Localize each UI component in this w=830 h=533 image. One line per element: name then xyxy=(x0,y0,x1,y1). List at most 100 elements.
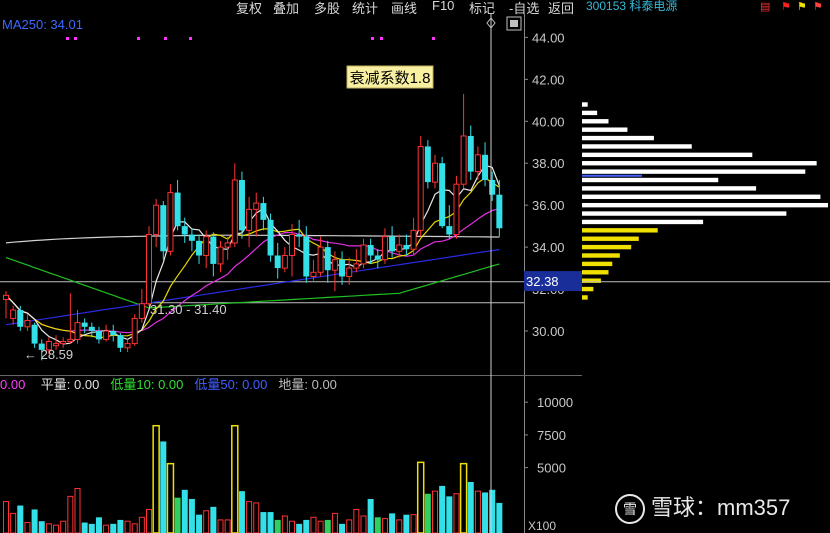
volume-bar xyxy=(396,519,403,533)
candle xyxy=(95,331,102,340)
profile-bar xyxy=(582,102,588,107)
volume-bar xyxy=(174,497,181,533)
volume-bar xyxy=(88,523,95,533)
volume-profile-chart xyxy=(582,102,830,300)
candle xyxy=(346,267,353,277)
y-tick-label: 42.00 xyxy=(532,72,565,87)
signal-marker xyxy=(137,37,140,40)
candle xyxy=(224,242,231,248)
y-tick-label: 5000 xyxy=(537,461,566,476)
candle xyxy=(3,294,9,301)
volume-bar xyxy=(38,521,45,533)
volume-bar xyxy=(231,424,239,533)
ma250-label: MA250: 34.01 xyxy=(2,17,83,32)
candlestick-chart[interactable]: 44.0042.0040.0038.0036.0034.0032.0030.00… xyxy=(0,0,582,376)
candle xyxy=(489,180,496,195)
signal-marker xyxy=(380,37,383,40)
profile-bar xyxy=(582,169,806,174)
signal-marker xyxy=(164,37,167,40)
volume-legend-item: 0.00 xyxy=(0,377,25,392)
profile-bar xyxy=(582,152,753,158)
volume-bar xyxy=(246,501,253,533)
volume-bar xyxy=(160,441,167,533)
profile-bar xyxy=(582,119,609,124)
candle xyxy=(67,338,74,342)
volume-bar xyxy=(324,519,331,533)
profile-bar xyxy=(582,135,654,141)
candle xyxy=(353,263,360,269)
volume-bar xyxy=(410,514,417,533)
ma-line xyxy=(5,234,500,244)
volume-bar xyxy=(289,520,295,533)
volume-bar xyxy=(253,502,260,533)
volume-bar xyxy=(188,498,195,533)
volume-bar xyxy=(217,519,224,533)
candle xyxy=(296,234,303,237)
candle xyxy=(181,226,188,235)
volume-bar xyxy=(432,490,438,533)
volume-bar xyxy=(489,489,496,533)
volume-bar xyxy=(224,519,231,533)
annotation-label: 衰减系数1.8 xyxy=(350,70,431,87)
candle xyxy=(267,219,274,256)
candle xyxy=(403,245,410,250)
signal-marker xyxy=(66,37,69,40)
candle xyxy=(339,259,346,277)
volume-bar xyxy=(381,518,388,533)
profile-bar xyxy=(582,295,588,300)
volume-bar xyxy=(459,462,468,533)
volume-bar xyxy=(138,516,145,533)
candle xyxy=(53,343,60,347)
candle xyxy=(289,234,295,257)
snowball-logo-icon: 雪 xyxy=(615,494,645,525)
profile-bar xyxy=(582,270,609,275)
profile-bar xyxy=(582,177,719,183)
volume-bar xyxy=(3,501,9,533)
volume-bar xyxy=(474,490,481,533)
volume-bar xyxy=(310,516,317,533)
y-tick-label: 36.00 xyxy=(532,198,565,213)
profile-bar xyxy=(582,161,817,166)
signal-marker xyxy=(432,37,435,40)
ma-line xyxy=(5,164,500,345)
volume-bar xyxy=(24,522,31,533)
volume-bar xyxy=(353,508,360,533)
range-label: 31.30 - 31.40 xyxy=(150,302,227,317)
candle xyxy=(281,255,288,269)
y-tick-label: 10000 xyxy=(537,395,573,410)
volume-bar xyxy=(439,485,446,533)
candle xyxy=(238,180,245,231)
volume-bar xyxy=(403,514,410,533)
volume-chart[interactable]: 10000 7500 5000 0.00 平量: 0.00 低量10: 0.00 低量50:… xyxy=(0,376,582,533)
candle xyxy=(131,317,138,345)
volume-bar xyxy=(281,515,288,533)
profile-bar xyxy=(582,202,828,208)
candle xyxy=(81,322,88,327)
volume-bar xyxy=(31,509,38,533)
candle xyxy=(439,163,446,227)
volume-bar xyxy=(303,519,310,533)
volume-legend-item: 低量50: 0.00 xyxy=(194,377,267,392)
candle xyxy=(460,135,467,185)
candle xyxy=(17,310,24,327)
candle xyxy=(396,244,403,252)
volume-legend-item: 地量: 0.00 xyxy=(278,377,337,392)
candle xyxy=(482,154,489,181)
candle xyxy=(424,146,431,183)
candle xyxy=(10,309,17,319)
candle xyxy=(60,340,67,345)
profile-bar xyxy=(582,244,632,250)
volume-legend-item: 低量10: 0.00 xyxy=(110,377,183,392)
volume-bar xyxy=(267,512,274,533)
candle xyxy=(160,205,167,252)
volume-bar xyxy=(74,488,81,533)
volume-bar xyxy=(117,519,124,533)
profile-bar xyxy=(582,228,658,233)
volume-bar xyxy=(331,512,338,533)
y-tick-label: 7500 xyxy=(537,428,566,443)
volume-bar xyxy=(10,512,17,533)
watermark-text: 雪球：mm357 xyxy=(651,495,791,520)
volume-bar xyxy=(467,481,474,533)
candle xyxy=(331,259,338,271)
volume-bar xyxy=(446,496,453,533)
